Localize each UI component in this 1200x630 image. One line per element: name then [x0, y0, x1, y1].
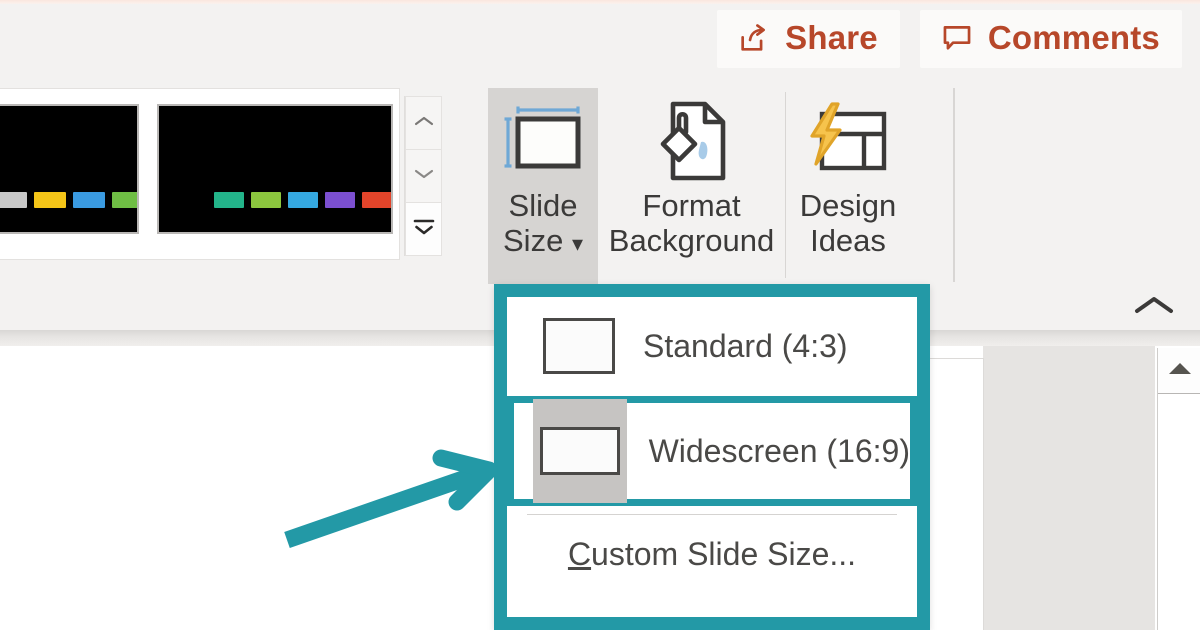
slide-size-label: Slide Size ▾: [503, 188, 583, 258]
command-bar: Share Comments: [717, 10, 1182, 68]
slide-ratio-16-9-icon: [533, 399, 627, 503]
slide-size-label-line1: Slide: [508, 188, 578, 223]
thumbnail-1-swatches: [0, 192, 137, 208]
ribbon-right-divider: [953, 88, 955, 282]
slide-thumbnail-pane[interactable]: [0, 88, 400, 260]
slide-size-ribbon-group: Slide Size ▾ Format Background Design Id…: [488, 88, 910, 284]
scroll-up-button[interactable]: [405, 96, 442, 150]
swatch: [288, 192, 318, 208]
design-ideas-label-line2: Ideas: [810, 223, 886, 259]
share-icon: [737, 21, 771, 55]
slide-size-label-line2: Size ▾: [503, 223, 583, 259]
vertical-scrollbar[interactable]: [1157, 348, 1200, 630]
menu-item-standard-label: Standard (4:3): [643, 327, 848, 364]
slide-size-dropdown-menu: Standard (4:3) Widescreen (16:9) Custom …: [494, 284, 930, 630]
canvas-background: [983, 346, 1155, 630]
comment-bubble-icon: [940, 21, 974, 55]
format-background-label: Format Background: [609, 188, 774, 258]
format-background-label-line2: Background: [608, 223, 775, 259]
chevron-up-icon: [413, 114, 435, 133]
slide-thumbnail-1[interactable]: [0, 104, 139, 234]
chevron-down-icon[interactable]: ▾: [572, 231, 583, 256]
comments-label: Comments: [987, 19, 1160, 56]
share-button[interactable]: Share: [717, 10, 900, 68]
design-ideas-icon: [802, 96, 894, 188]
slide-size-icon: [497, 96, 589, 188]
design-ideas-label-line1: Design: [799, 188, 897, 223]
chevron-down-icon: [413, 167, 435, 186]
show-all-slides-button[interactable]: [405, 203, 442, 256]
swatch: [214, 192, 244, 208]
swatch: [251, 192, 281, 208]
menu-item-widescreen-label: Widescreen (16:9): [648, 432, 910, 469]
scroll-down-button[interactable]: [405, 150, 442, 203]
design-ideas-button[interactable]: Design Ideas: [786, 88, 910, 284]
thumbnail-scrollbar[interactable]: [404, 96, 442, 256]
slide-canvas[interactable]: [930, 358, 984, 630]
swatch: [325, 192, 355, 208]
slide-thumbnail-2[interactable]: [157, 104, 393, 234]
slide-ratio-4-3-icon: [533, 318, 625, 374]
format-background-button[interactable]: Format Background: [598, 88, 785, 284]
scroll-up-button[interactable]: [1158, 348, 1200, 394]
swatch: [112, 192, 137, 208]
share-label: Share: [785, 19, 878, 56]
powerpoint-window: Share Comments Slide Size ▾ Format Backg…: [0, 0, 1200, 630]
menu-item-custom-rest: ustom Slide Size...: [591, 535, 857, 572]
menu-item-custom-slide-size[interactable]: Custom Slide Size...: [507, 515, 917, 593]
menu-item-custom-accel: C: [567, 535, 592, 572]
collapse-ribbon-button[interactable]: [1132, 292, 1176, 323]
menu-item-standard[interactable]: Standard (4:3): [507, 297, 917, 395]
slide-size-button[interactable]: Slide Size ▾: [488, 88, 598, 284]
design-ideas-label: Design Ideas: [800, 188, 897, 258]
triangle-up-icon: [1167, 360, 1193, 381]
swatch: [0, 192, 27, 208]
format-background-icon: [649, 96, 735, 188]
swatch: [34, 192, 66, 208]
format-background-label-line1: Format: [642, 188, 741, 223]
scrollbar-track[interactable]: [1158, 394, 1200, 630]
thumbnail-2-swatches: [214, 192, 391, 208]
menu-item-custom-label: Custom Slide Size...: [568, 536, 856, 573]
comments-button[interactable]: Comments: [919, 10, 1182, 68]
menu-item-widescreen[interactable]: Widescreen (16:9): [507, 396, 917, 506]
swatch: [73, 192, 105, 208]
swatch: [362, 192, 391, 208]
double-chevron-down-icon: [412, 216, 436, 243]
